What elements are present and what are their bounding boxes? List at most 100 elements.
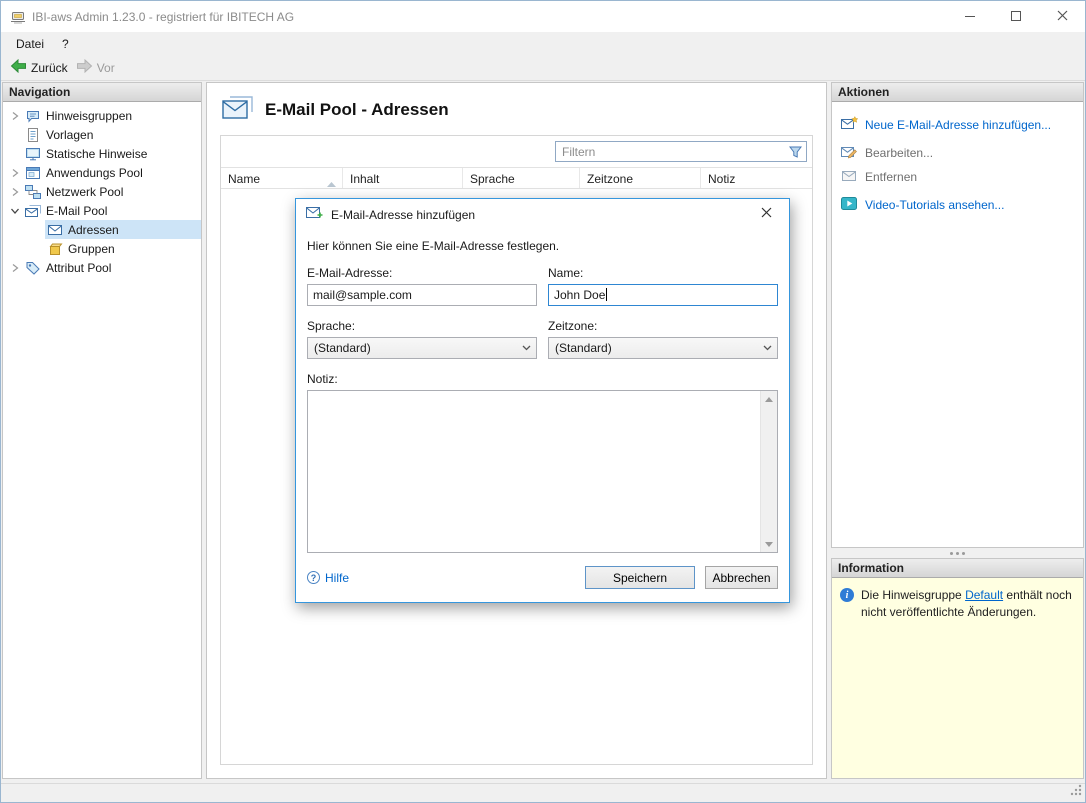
email-pool-header-icon — [222, 94, 254, 123]
nav-item-label: Gruppen — [65, 241, 119, 256]
scroll-up-icon[interactable] — [761, 391, 777, 407]
back-button-label: Zurück — [31, 60, 68, 75]
statusbar — [1, 783, 1085, 802]
sort-ascending-icon — [327, 176, 336, 190]
timezone-label: Zeitzone: — [548, 319, 778, 333]
dialog-titlebar: E-Mail-Adresse hinzufügen — [296, 199, 789, 229]
menu-datei[interactable]: Datei — [7, 34, 53, 54]
nav-item-email-pool[interactable]: E-Mail Pool — [3, 201, 201, 220]
chevron-right-icon[interactable] — [7, 187, 23, 197]
menu-help[interactable]: ? — [53, 34, 78, 54]
column-header-sprache[interactable]: Sprache — [463, 168, 580, 188]
attribute-pool-icon — [23, 260, 43, 276]
action-video-tutorials[interactable]: Video-Tutorials ansehen... — [841, 196, 1074, 214]
application-pool-icon — [23, 165, 43, 181]
nav-item-label: Statische Hinweise — [43, 146, 151, 161]
nav-item-attribut-pool[interactable]: Attribut Pool — [3, 258, 201, 277]
column-header-zeitzone[interactable]: Zeitzone — [580, 168, 701, 188]
filter-box — [555, 141, 807, 162]
titlebar: IBI-aws Admin 1.23.0 - registriert für I… — [1, 1, 1085, 32]
new-email-icon — [841, 116, 858, 134]
column-header-notiz[interactable]: Notiz — [701, 168, 812, 188]
filter-input[interactable] — [556, 145, 784, 159]
nav-item-vorlagen[interactable]: Vorlagen — [3, 125, 201, 144]
toolbar: Zurück Vor — [1, 55, 1085, 81]
notice-groups-icon — [23, 108, 43, 124]
addresses-icon — [45, 222, 65, 238]
nav-item-label: Vorlagen — [43, 127, 97, 142]
close-icon — [761, 207, 772, 221]
nav-item-anwendungs-pool[interactable]: Anwendungs Pool — [3, 163, 201, 182]
note-textarea[interactable] — [307, 390, 778, 553]
forward-button-label: Vor — [97, 60, 115, 75]
dialog-title: E-Mail-Adresse hinzufügen — [331, 207, 475, 222]
info-icon — [840, 588, 854, 602]
window-title: IBI-aws Admin 1.23.0 - registriert für I… — [32, 10, 294, 24]
note-label: Notiz: — [307, 372, 778, 386]
table-header: Name Inhalt Sprache Zeitzone Notiz — [221, 167, 812, 189]
forward-button: Vor — [74, 57, 121, 78]
name-label: Name: — [548, 266, 778, 280]
action-label: Bearbeiten... — [865, 146, 933, 160]
language-select[interactable]: (Standard) — [307, 337, 537, 359]
back-arrow-icon — [10, 59, 27, 76]
nav-item-statische-hinweise[interactable]: Statische Hinweise — [3, 144, 201, 163]
remove-email-icon — [841, 168, 858, 186]
dialog-footer: Hilfe Speichern Abbrechen — [296, 566, 789, 589]
email-label: E-Mail-Adresse: — [307, 266, 537, 280]
help-link[interactable]: Hilfe — [307, 571, 349, 585]
splitter-grip-icon — [956, 552, 959, 555]
text-caret — [606, 288, 607, 301]
network-pool-icon — [23, 184, 43, 200]
nav-item-label: E-Mail Pool — [43, 203, 111, 218]
navigation-tree: Hinweisgruppen Vorlagen Statische Hinwei… — [3, 102, 201, 277]
dialog-envelope-icon — [306, 206, 323, 222]
app-icon — [10, 9, 26, 25]
nav-item-hinweisgruppen[interactable]: Hinweisgruppen — [3, 106, 201, 125]
panel-splitter[interactable] — [831, 548, 1084, 558]
chevron-right-icon[interactable] — [7, 111, 23, 121]
language-label: Sprache: — [307, 319, 537, 333]
edit-email-icon — [841, 144, 858, 162]
main-header: E-Mail Pool - Adressen — [207, 83, 826, 123]
information-header: Information — [832, 559, 1083, 578]
chevron-down-icon[interactable] — [7, 207, 23, 215]
action-label: Neue E-Mail-Adresse hinzufügen... — [865, 118, 1051, 132]
default-group-link[interactable]: Default — [965, 588, 1003, 602]
column-header-name[interactable]: Name — [221, 168, 343, 188]
nav-item-netzwerk-pool[interactable]: Netzwerk Pool — [3, 182, 201, 201]
close-icon — [1057, 10, 1068, 24]
action-new-email-address[interactable]: Neue E-Mail-Adresse hinzufügen... — [841, 116, 1074, 134]
chevron-right-icon[interactable] — [7, 263, 23, 273]
email-field[interactable]: mail@sample.com — [307, 284, 537, 306]
column-header-inhalt[interactable]: Inhalt — [343, 168, 463, 188]
information-body: Die Hinweisgruppe Default enthält noch n… — [832, 578, 1083, 778]
note-scrollbar[interactable] — [760, 391, 777, 552]
nav-item-label: Adressen — [65, 222, 123, 237]
resize-grip[interactable] — [1069, 783, 1082, 799]
actions-header: Aktionen — [832, 83, 1083, 102]
timezone-select[interactable]: (Standard) — [548, 337, 778, 359]
action-label: Entfernen — [865, 170, 917, 184]
name-field[interactable]: John Doe — [548, 284, 778, 306]
nav-item-gruppen[interactable]: Gruppen — [3, 239, 201, 258]
dialog-close-button[interactable] — [744, 199, 789, 229]
minimize-button[interactable] — [947, 1, 993, 32]
maximize-button[interactable] — [993, 1, 1039, 32]
navigation-header: Navigation — [3, 83, 201, 102]
cancel-button[interactable]: Abbrechen — [705, 566, 778, 589]
back-button[interactable]: Zurück — [8, 57, 74, 78]
filter-icon[interactable] — [784, 146, 806, 158]
add-email-dialog: E-Mail-Adresse hinzufügen Hier können Si… — [295, 198, 790, 603]
close-button[interactable] — [1039, 1, 1085, 32]
chevron-right-icon[interactable] — [7, 168, 23, 178]
chevron-down-icon — [758, 345, 777, 351]
templates-icon — [23, 127, 43, 143]
email-pool-icon — [23, 203, 43, 219]
save-button[interactable]: Speichern — [585, 566, 695, 589]
help-icon — [307, 571, 320, 584]
scroll-down-icon[interactable] — [761, 536, 777, 552]
nav-item-adressen[interactable]: Adressen — [3, 220, 201, 239]
information-message: Die Hinweisgruppe Default enthält noch n… — [861, 587, 1075, 621]
nav-item-label: Hinweisgruppen — [43, 108, 136, 123]
